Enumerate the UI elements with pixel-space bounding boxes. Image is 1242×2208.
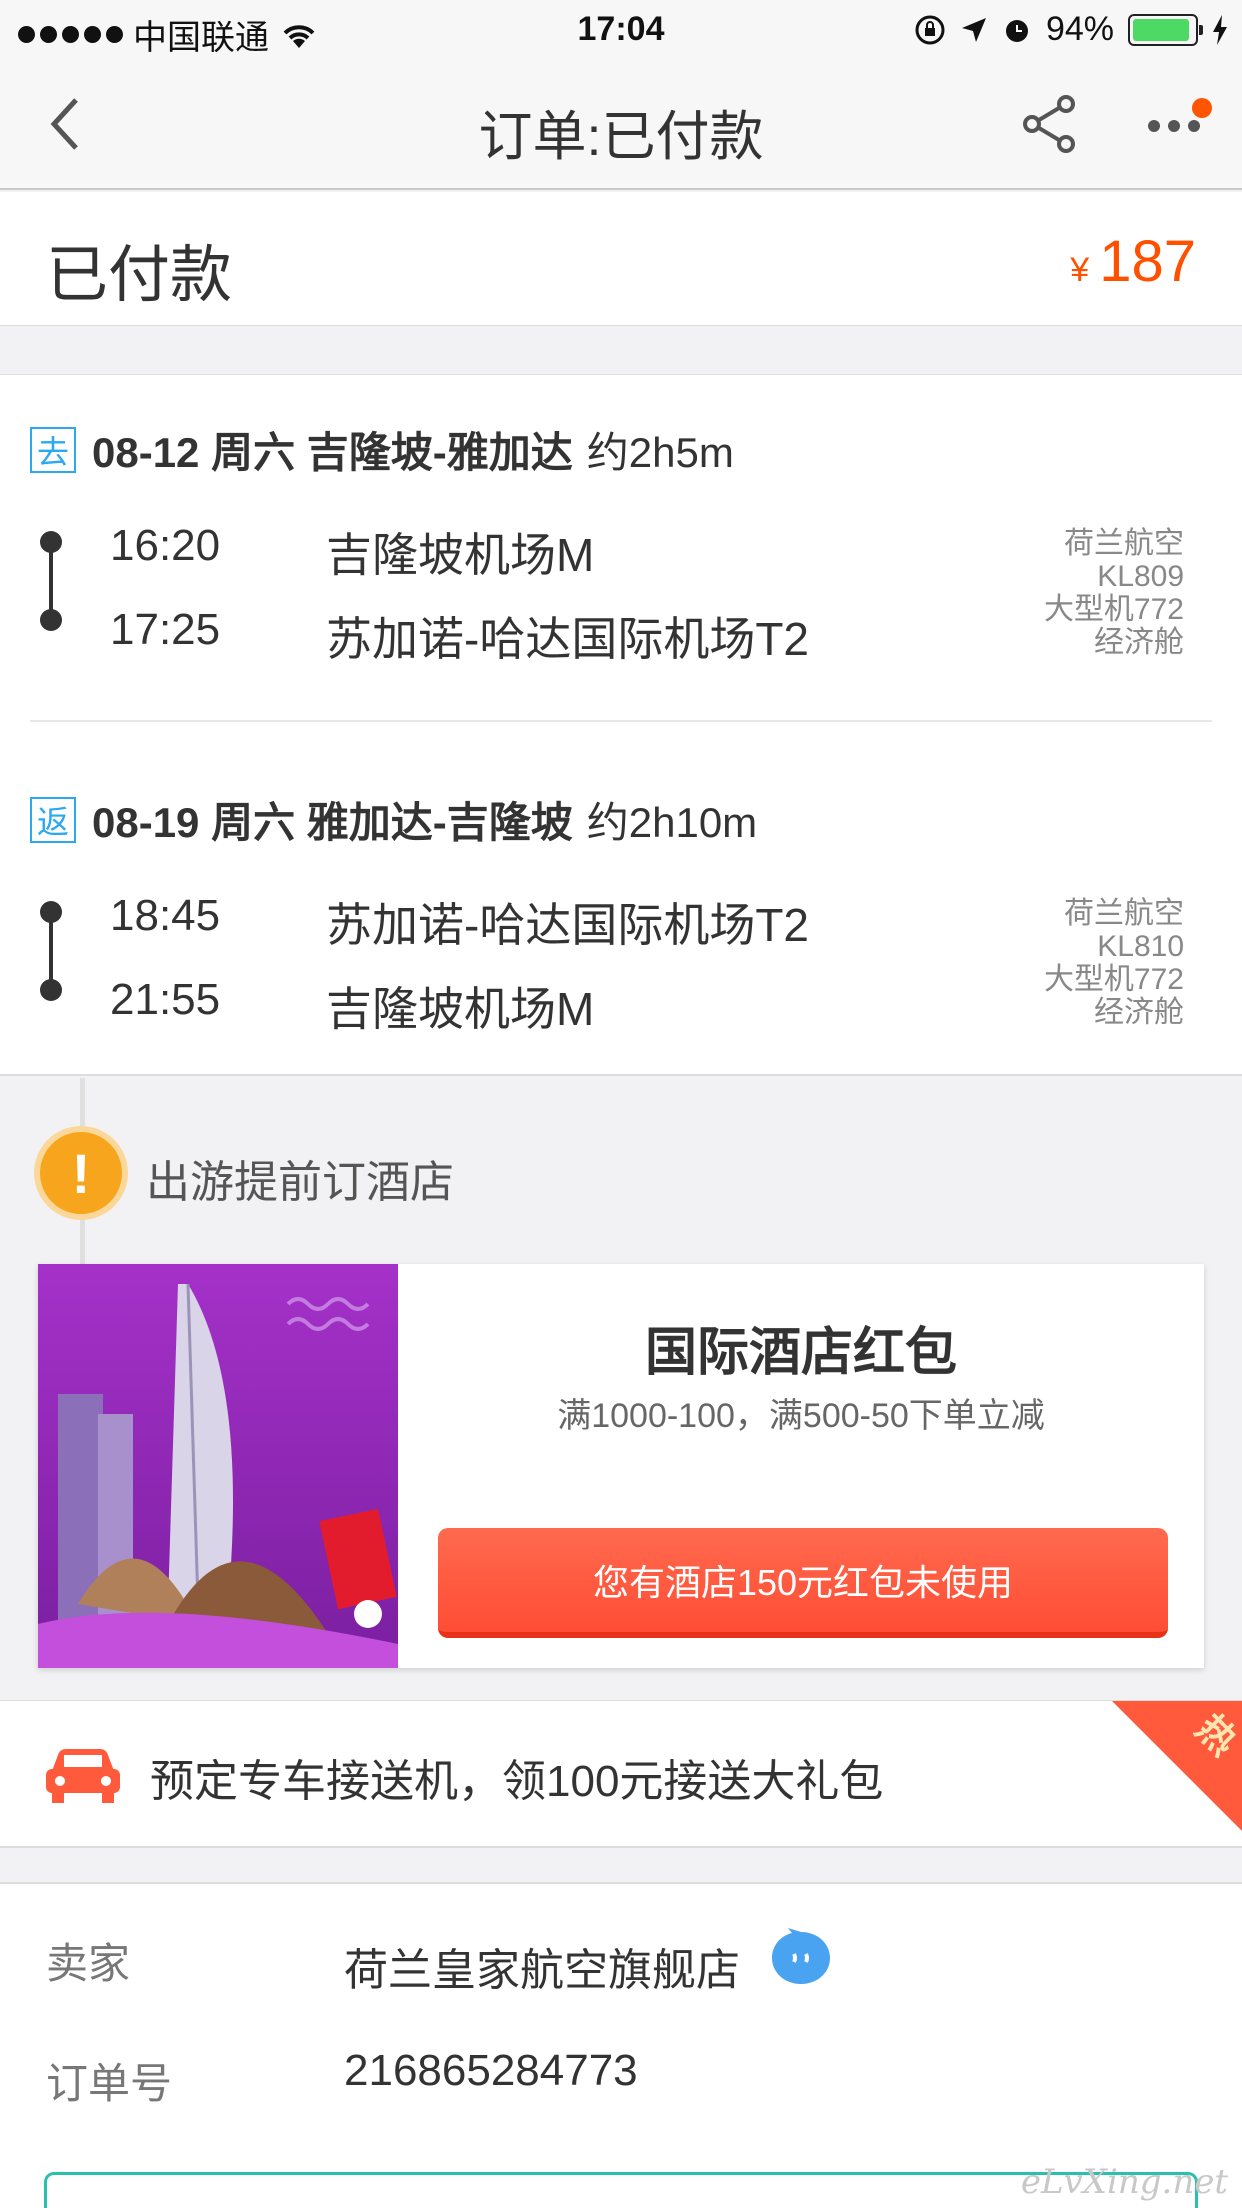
return-flight-number: KL810: [1097, 930, 1184, 963]
segment-divider: [30, 720, 1212, 722]
timeline-icon: [40, 901, 62, 1001]
battery-icon: [1128, 13, 1203, 46]
return-aircraft: 大型机772: [1043, 963, 1184, 996]
share-icon[interactable]: [1018, 92, 1082, 156]
battery-percent: 94%: [1045, 10, 1114, 48]
seller-key: 卖家: [46, 1940, 131, 1987]
return-flight-info: 荷兰航空 KL810 大型机772 经济舱: [1044, 897, 1184, 1029]
outbound-dep-time: 16:20: [110, 521, 221, 570]
return-cabin: 经济舱: [1094, 996, 1184, 1029]
return-arr-airport: 吉隆坡机场M: [326, 983, 595, 1035]
outbound-date-route: 08-12 周六 吉隆坡-雅加达: [92, 429, 573, 476]
car-icon: [46, 1749, 120, 1803]
seller-info: 卖家 荷兰皇家航空旗舰店 订单号 216865284773 eLvXing.ne…: [0, 1882, 1242, 2208]
price-amount: 187: [1099, 229, 1196, 294]
outbound-dep-airport: 吉隆坡机场M: [326, 529, 595, 581]
outbound-flight-info: 荷兰航空 KL809 大型机772 经济舱: [1044, 527, 1184, 659]
outbound-duration: 约2h5m: [586, 429, 734, 476]
use-coupon-button[interactable]: 您有酒店150元红包未使用: [438, 1528, 1168, 1638]
outbound-tag: 去: [30, 426, 76, 473]
navigation-bar: 订单:已付款: [0, 62, 1242, 190]
currency-symbol: ¥: [1070, 251, 1090, 289]
outbound-flight-number: KL809: [1097, 560, 1184, 593]
order-number-key: 订单号: [46, 2060, 173, 2107]
seller-name[interactable]: 荷兰皇家航空旗舰店: [344, 1934, 740, 1998]
coupon-subtitle: 满1000-100，满500-50下单立减: [557, 1397, 1045, 1435]
outbound-aircraft: 大型机772: [1043, 593, 1184, 626]
outbound-segment: 去 08-12 周六 吉隆坡-雅加达 约2h5m 16:20 吉隆坡机场M 17…: [0, 375, 1242, 715]
transfer-promo-text: 预定专车接送机，领100元接送大礼包: [150, 1757, 884, 1806]
return-dep-time: 18:45: [110, 891, 221, 940]
hotel-promo-image: [38, 1264, 398, 1668]
outbound-arr-airport: 苏加诺-哈达国际机场T2: [326, 613, 809, 665]
coupon-title: 国际酒店红包: [644, 1324, 957, 1382]
return-tag: 返: [30, 796, 76, 843]
alarm-icon: [1005, 19, 1028, 42]
lock-rotation-icon: [915, 15, 945, 44]
status-bar: 中国联通 17:04 94%: [0, 0, 1242, 62]
charging-icon: [1213, 14, 1227, 45]
outbound-arr-time: 17:25: [110, 605, 221, 654]
notification-dot: [1192, 98, 1212, 118]
hotel-section-title: 出游提前订酒店: [146, 1158, 454, 1207]
return-duration: 约2h10m: [586, 799, 758, 846]
order-total-price: ¥187: [1070, 228, 1196, 295]
order-status-label: 已付款: [46, 241, 233, 310]
hotel-promo-section: ! 出游提前订酒店 国际酒店红包 满1000-100，满500-50下单立减 您…: [0, 1078, 1242, 1698]
return-date-route: 08-19 周六 雅加达-吉隆坡: [92, 799, 573, 846]
return-dep-airport: 苏加诺-哈达国际机场T2: [326, 899, 809, 951]
flight-details-card[interactable]: 去 08-12 周六 吉隆坡-雅加达 约2h5m 16:20 吉隆坡机场M 17…: [0, 374, 1242, 1076]
airport-transfer-promo[interactable]: 预定专车接送机，领100元接送大礼包 热: [0, 1700, 1242, 1848]
outbound-airline: 荷兰航空: [1064, 527, 1184, 560]
timeline-icon: [40, 531, 62, 631]
order-status-row: 已付款 ¥187: [0, 192, 1242, 326]
exclamation-icon: !: [34, 1126, 128, 1220]
more-icon: [1148, 120, 1200, 132]
return-arr-time: 21:55: [110, 975, 221, 1024]
order-number-value: 216865284773: [344, 2046, 638, 2095]
chat-icon[interactable]: [768, 1928, 834, 1988]
more-menu-button[interactable]: [1142, 92, 1212, 156]
return-airline: 荷兰航空: [1064, 897, 1184, 930]
hotel-coupon-card[interactable]: 国际酒店红包 满1000-100，满500-50下单立减 您有酒店150元红包未…: [38, 1264, 1204, 1668]
location-icon: [961, 17, 986, 42]
return-segment: 返 08-19 周六 雅加达-吉隆坡 约2h10m 18:45 苏加诺-哈达国际…: [0, 745, 1242, 1075]
outbound-cabin: 经济舱: [1094, 626, 1184, 659]
watermark: eLvXing.net: [1020, 2162, 1228, 2202]
